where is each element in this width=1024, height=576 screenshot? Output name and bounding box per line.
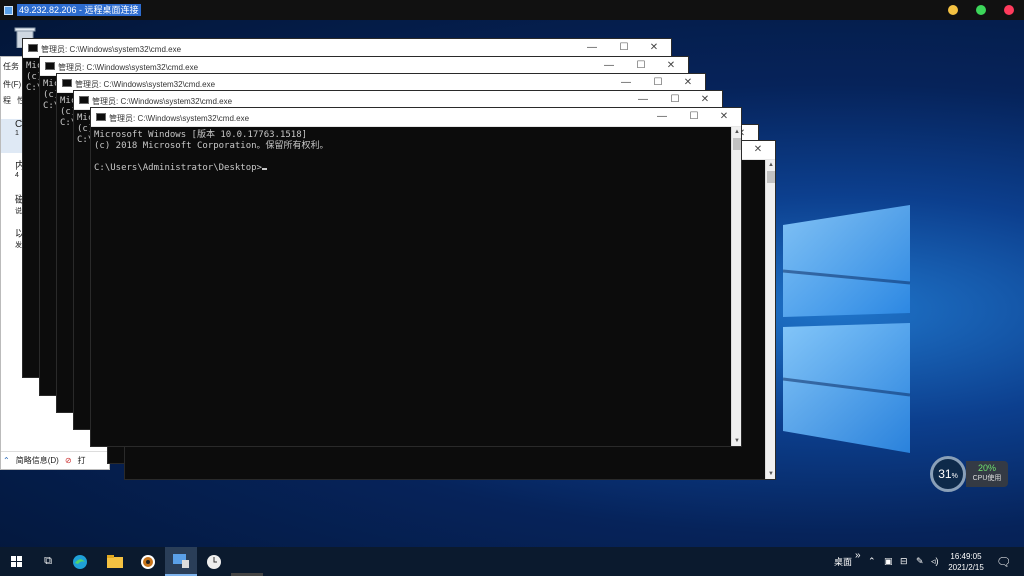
close-button[interactable]: ✕ xyxy=(743,143,773,157)
usage-ring: 31% xyxy=(930,456,966,492)
minimize-button[interactable]: — xyxy=(611,76,641,90)
clock[interactable]: 16:49:05 2021/2/15 xyxy=(944,551,988,573)
scroll-thumb[interactable] xyxy=(767,171,775,183)
clock-time: 16:49:05 xyxy=(950,552,982,561)
resource-monitor-icon: ⊘ xyxy=(64,456,72,465)
clock-date: 2021/2/15 xyxy=(948,563,984,572)
brief-info-link[interactable]: 简略信息(D) xyxy=(16,455,59,466)
scroll-up-icon[interactable]: ▲ xyxy=(766,160,776,170)
tm-footer: ⌃ 简略信息(D) ⊘ 打 xyxy=(1,451,109,469)
cmd-console[interactable]: Microsoft Windows [版本 10.0.17763.1518] (c… xyxy=(91,127,731,446)
windows-start-icon xyxy=(10,556,22,567)
taskbar-taskmgr-button[interactable] xyxy=(198,547,230,576)
cmd-title: 管理员: C:\Windows\system32\cmd.exe xyxy=(41,45,182,54)
cmd-window-active[interactable]: 管理员: C:\Windows\system32\cmd.exe — ☐ ✕ M… xyxy=(90,107,742,447)
cmd-icon xyxy=(45,62,55,70)
close-button[interactable]: ✕ xyxy=(656,59,686,73)
taskbar-edge-button[interactable] xyxy=(64,547,96,576)
maximize-button[interactable]: ☐ xyxy=(626,59,656,73)
tm-tab-processes[interactable]: 程 xyxy=(3,96,11,105)
cmd-icon xyxy=(96,113,106,121)
taskbar: ⧉ 桌面 » ⌃ ▣ ⊟ ✎ ◃) 16:49:05 2021/2/15 🗨 xyxy=(0,547,1024,576)
volume-icon[interactable]: ◃) xyxy=(931,547,939,576)
minimize-button[interactable]: — xyxy=(647,110,677,124)
scroll-down-icon[interactable]: ▼ xyxy=(732,436,742,446)
maximize-dot-button[interactable] xyxy=(976,5,986,15)
usage-value: 31 xyxy=(938,467,952,481)
cpu-percent: 20% xyxy=(977,463,996,473)
minimize-button[interactable]: — xyxy=(628,93,658,107)
cmd-title-bar[interactable]: 管理员: C:\Windows\system32\cmd.exe — ☐ ✕ xyxy=(91,108,741,127)
cmd-title: 管理员: C:\Windows\system32\cmd.exe xyxy=(92,97,233,106)
scroll-up-icon[interactable]: ▲ xyxy=(732,127,742,137)
cpu-box: 20% CPU使用 xyxy=(966,461,1008,487)
taskbar-app-button[interactable] xyxy=(132,547,164,576)
edge-icon xyxy=(73,554,87,569)
desktop-toolbar-label[interactable]: 桌面 xyxy=(834,547,852,576)
tray-settings-icon[interactable]: ✎ xyxy=(916,547,924,576)
scrollbar[interactable]: ▲ ▼ xyxy=(765,160,775,479)
console-line: (c) 2018 Microsoft Corporation。保留所有权利。 xyxy=(94,141,329,151)
tm-menu-file[interactable]: 件(F) xyxy=(3,79,21,90)
maximize-button[interactable]: ☐ xyxy=(660,93,690,107)
scrollbar[interactable]: ▲ ▼ xyxy=(731,127,741,446)
cmd-title: 管理员: C:\Windows\system32\cmd.exe xyxy=(109,114,250,123)
cmd-icon xyxy=(28,44,38,52)
close-button[interactable]: ✕ xyxy=(709,110,739,124)
rdp-title-text: 49.232.82.206 - 远程桌面连接 xyxy=(17,4,141,16)
open-resource-monitor-link[interactable]: 打 xyxy=(78,455,86,466)
close-button[interactable]: ✕ xyxy=(639,41,669,55)
cmd-icon xyxy=(62,79,72,87)
task-view-icon: ⧉ xyxy=(44,555,52,567)
chevron-up-icon: ⌃ xyxy=(3,456,10,465)
start-button[interactable] xyxy=(0,547,32,576)
minimize-button[interactable]: — xyxy=(594,59,624,73)
toolbar-chevron-icon[interactable]: » xyxy=(855,541,861,570)
tm-menu-task[interactable]: 任务 xyxy=(3,61,19,72)
minimize-dot-button[interactable] xyxy=(948,5,958,15)
close-button[interactable]: ✕ xyxy=(673,76,703,90)
scroll-thumb[interactable] xyxy=(733,138,741,150)
cmd-icon xyxy=(79,96,89,104)
maximize-button[interactable]: ☐ xyxy=(643,76,673,90)
console-prompt: C:\Users\Administrator\Desktop> xyxy=(94,163,262,173)
maximize-button[interactable]: ☐ xyxy=(609,41,639,55)
tray-up-arrow-icon[interactable]: ⌃ xyxy=(868,547,876,576)
disc-app-icon xyxy=(141,554,155,569)
scroll-down-icon[interactable]: ▼ xyxy=(766,469,776,479)
usage-unit: % xyxy=(951,473,958,480)
folder-icon xyxy=(107,555,123,568)
cmd-title: 管理员: C:\Windows\system32\cmd.exe xyxy=(58,63,199,72)
network-icon[interactable]: ⊟ xyxy=(900,547,908,576)
text-cursor xyxy=(261,168,267,170)
maximize-button[interactable]: ☐ xyxy=(679,110,709,124)
desktop: 任务 件(F) 程 性 C 1 内 4 磁 说 以 发 ⌃ 简略信息(D) ⊘ … xyxy=(0,20,1024,547)
minimize-button[interactable]: — xyxy=(577,41,607,55)
cmd-title: 管理员: C:\Windows\system32\cmd.exe xyxy=(75,80,216,89)
console-line: Microsoft Windows [版本 10.0.17763.1518] xyxy=(94,130,308,140)
windows-logo-wallpaper xyxy=(782,205,911,453)
cpu-label: CPU使用 xyxy=(972,475,1002,482)
taskbar-explorer-button[interactable] xyxy=(99,547,131,576)
taskbar-cmd-button[interactable] xyxy=(165,547,197,576)
tray-app-icon[interactable]: ▣ xyxy=(884,547,893,576)
cpu-usage-widget[interactable]: 31% 20% CPU使用 xyxy=(930,456,1008,492)
close-button[interactable]: ✕ xyxy=(690,93,720,107)
close-dot-button[interactable] xyxy=(1004,5,1014,15)
rdp-title: 49.232.82.206 - 远程桌面连接 xyxy=(4,4,141,16)
remote-desktop-icon xyxy=(4,5,13,15)
task-view-button[interactable]: ⧉ xyxy=(32,547,64,576)
server-manager-icon xyxy=(173,553,189,568)
task-manager-icon xyxy=(207,554,221,569)
notification-icon[interactable]: 🗨 xyxy=(996,547,1011,576)
rdp-title-bar: 49.232.82.206 - 远程桌面连接 xyxy=(0,0,1024,20)
